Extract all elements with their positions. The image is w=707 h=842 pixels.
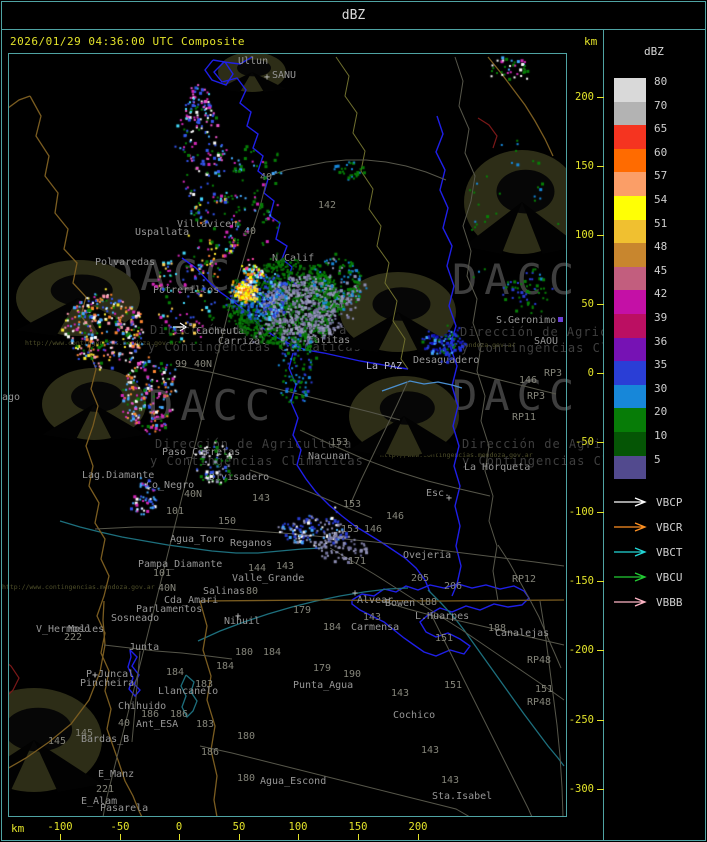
- colorbar-value: 57: [654, 169, 667, 182]
- right-axis-tick-label: 100: [552, 229, 594, 241]
- colorbar-swatch: [614, 432, 646, 456]
- right-axis-tick: [597, 304, 604, 305]
- colorbar-value: 45: [654, 264, 667, 277]
- site-legend-label: VBCP: [656, 496, 683, 509]
- colorbar-swatch: [614, 78, 646, 102]
- right-axis-tick-label: -200: [552, 644, 594, 656]
- colorbar-swatch: [614, 172, 646, 196]
- right-axis-tick-label: 50: [552, 298, 594, 310]
- bottom-axis-tick: [60, 834, 61, 840]
- colorbar-swatch: [614, 385, 646, 409]
- bottom-axis-tick-label: -50: [99, 821, 141, 833]
- right-axis-tick: [597, 789, 604, 790]
- right-axis-tick-label: -300: [552, 783, 594, 795]
- radar-echo-canvas: [9, 54, 566, 817]
- colorbar-swatch: [614, 125, 646, 149]
- colorbar-value: 65: [654, 122, 667, 135]
- right-axis-tick: [597, 97, 604, 98]
- bottom-axis-tick: [358, 834, 359, 840]
- titlebar-divider: [2, 29, 705, 30]
- window-title: dBZ: [0, 8, 707, 23]
- right-axis-tick-label: 0: [552, 367, 594, 379]
- right-axis-unit: km: [584, 35, 597, 48]
- colorbar-swatch: [614, 149, 646, 173]
- colorbar-value: 10: [654, 429, 667, 442]
- colorbar-value: 35: [654, 358, 667, 371]
- colorbar-swatch: [614, 314, 646, 338]
- site-legend-label: VBCR: [656, 521, 683, 534]
- site-legend-label: VBBB: [656, 596, 683, 609]
- colorbar-swatch: [614, 408, 646, 432]
- bottom-axis-tick-label: 0: [158, 821, 200, 833]
- right-axis-tick: [597, 373, 604, 374]
- timestamp: 2026/01/29 04:36:00 UTC Composite: [10, 35, 245, 48]
- site-arrow-icon: [612, 496, 652, 508]
- radar-app-window: DACCDACCDACCDACCDirección de Agricultura…: [0, 0, 707, 842]
- colorbar-swatch: [614, 196, 646, 220]
- right-axis-tick: [597, 581, 604, 582]
- colorbar-value: 54: [654, 193, 667, 206]
- colorbar-value: 80: [654, 75, 667, 88]
- colorbar-value: 30: [654, 382, 667, 395]
- colorbar-swatch: [614, 267, 646, 291]
- site-arrow-icon: [612, 546, 652, 558]
- bottom-axis-tick: [120, 834, 121, 840]
- right-axis-tick-label: -250: [552, 714, 594, 726]
- colorbar-value: 20: [654, 405, 667, 418]
- right-axis-tick: [597, 442, 604, 443]
- bottom-axis-tick-label: 150: [337, 821, 379, 833]
- right-axis-tick-label: -100: [552, 506, 594, 518]
- right-axis-tick-label: -150: [552, 575, 594, 587]
- site-legend-label: VBCT: [656, 546, 683, 559]
- site-arrow-icon: [612, 521, 652, 533]
- colorbar-swatch: [614, 456, 646, 480]
- colorbar-value: 51: [654, 217, 667, 230]
- bottom-axis-tick: [179, 834, 180, 840]
- bottom-axis-tick-label: 50: [218, 821, 260, 833]
- bottom-axis-unit: km: [11, 822, 24, 835]
- right-axis-tick: [597, 235, 604, 236]
- right-axis-tick: [597, 720, 604, 721]
- site-arrow-icon: [612, 596, 652, 608]
- colorbar-swatch: [614, 102, 646, 126]
- colorbar-value: 70: [654, 99, 667, 112]
- colorbar-swatch: [614, 338, 646, 362]
- bottom-axis-tick-label: -100: [39, 821, 81, 833]
- colorbar-value: 48: [654, 240, 667, 253]
- right-axis-tick: [597, 512, 604, 513]
- colorbar-value: 5: [654, 453, 661, 466]
- bottom-axis-tick-label: 100: [277, 821, 319, 833]
- colorbar-swatch: [614, 243, 646, 267]
- bottom-axis-tick: [298, 834, 299, 840]
- colorbar-swatch: [614, 220, 646, 244]
- colorbar-title: dBZ: [644, 45, 664, 58]
- colorbar-swatch: [614, 290, 646, 314]
- colorbar-value: 42: [654, 287, 667, 300]
- right-axis-tick-label: 150: [552, 160, 594, 172]
- bottom-axis-tick: [239, 834, 240, 840]
- site-legend-label: VBCU: [656, 571, 683, 584]
- right-axis-tick: [597, 166, 604, 167]
- right-axis-tick-label: -50: [552, 436, 594, 448]
- colorbar-value: 60: [654, 146, 667, 159]
- right-axis-tick: [597, 650, 604, 651]
- bottom-axis-tick: [418, 834, 419, 840]
- colorbar-value: 36: [654, 335, 667, 348]
- bottom-axis-tick-label: 200: [397, 821, 439, 833]
- site-arrow-icon: [612, 571, 652, 583]
- right-axis-tick-label: 200: [552, 91, 594, 103]
- colorbar-swatch: [614, 361, 646, 385]
- colorbar-value: 39: [654, 311, 667, 324]
